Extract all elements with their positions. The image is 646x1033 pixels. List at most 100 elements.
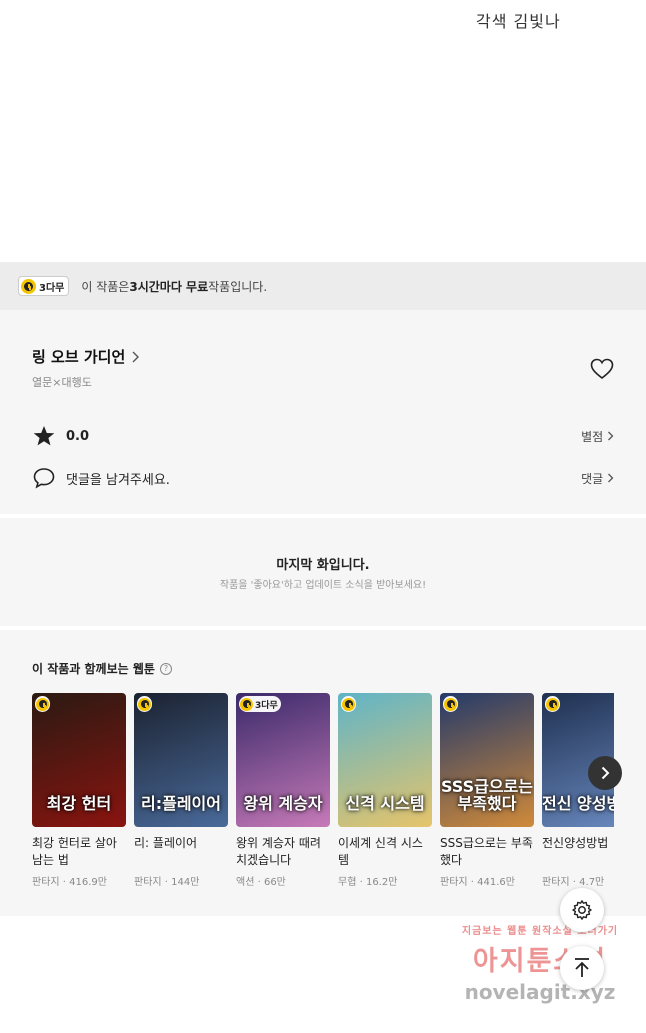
clock-icon [444, 697, 457, 711]
free-badge [341, 696, 356, 712]
rating-value: 0.0 [66, 428, 90, 444]
cover-title-art: 최강 헌터 [46, 794, 112, 814]
card-meta: 무협 · 16.2만 [338, 873, 432, 888]
free-badge [35, 696, 50, 712]
card-views: 16.2만 [365, 877, 398, 888]
clock-icon [240, 697, 253, 711]
cover-title-art: SSS급으로는 부족했다 [440, 777, 533, 814]
recommend-card[interactable]: 최강 헌터최강 헌터로 살아남는 법판타지 · 416.9만 [32, 693, 126, 888]
star-icon [33, 426, 55, 446]
carousel-next-button[interactable] [588, 756, 622, 790]
chevron-right-icon [132, 351, 140, 362]
chevron-right-icon [608, 473, 614, 482]
webtoon-last-panel: 각색 김빛나 [0, 0, 646, 262]
meta-separator: · [356, 877, 366, 888]
free-badge: 3다무 [239, 696, 281, 712]
comment-row[interactable]: 댓글을 남겨주세요. 댓글 [32, 466, 614, 490]
meta-separator: · [254, 877, 264, 888]
clock-icon [342, 697, 355, 711]
recommend-card[interactable]: 전신 양성방법전신양성방법판타지 · 4.7만 [542, 693, 614, 888]
rating-link[interactable]: 별점 [581, 428, 614, 445]
free-badge-label: 3다무 [39, 282, 65, 294]
card-meta: 판타지 · 441.6만 [440, 873, 534, 888]
free-badge [443, 696, 458, 712]
cover-image: 왕위 계승자 3다무 [236, 693, 330, 827]
speech-bubble-icon [33, 468, 55, 489]
recommend-card[interactable]: 왕위 계승자 3다무왕위 계승자 때려치겠습니다액션 · 66만 [236, 693, 330, 888]
notice-bold: 3시간마다 무료 [129, 279, 209, 294]
credit-text: 각색 김빛나 [476, 12, 561, 31]
recommend-card[interactable]: 신격 시스템이세계 신격 시스템무협 · 16.2만 [338, 693, 432, 888]
cover-title-art: 왕위 계승자 [243, 794, 323, 814]
card-meta: 판타지 · 144만 [134, 873, 228, 888]
recommend-heading: 이 작품과 함께보는 웹툰 ? [32, 660, 172, 677]
card-genre: 판타지 [134, 877, 162, 888]
card-title: 전신양성방법 [542, 836, 609, 850]
card-title: 리: 플레이어 [134, 836, 198, 850]
last-episode-section: 마지막 화입니다. 작품을 '좋아요'하고 업데이트 소식을 받아보세요! [0, 518, 646, 626]
cover-image: 최강 헌터 [32, 693, 126, 827]
free-badge [545, 696, 560, 712]
free-notice-bar: 3다무 이 작품은 3시간마다 무료 작품입니다. [0, 262, 646, 310]
meta-separator: · [467, 877, 478, 888]
clock-icon [21, 278, 36, 294]
chevron-right-icon [608, 431, 614, 440]
card-title: 이세계 신격 시스템 [338, 836, 423, 867]
rating-row[interactable]: 0.0 별점 [32, 424, 614, 448]
card-genre: 판타지 [32, 877, 60, 888]
clock-icon [546, 697, 559, 711]
cover-image: 리:플레이어 [134, 693, 228, 827]
meta-separator: · [59, 877, 70, 888]
watermark-line1: 지금보는 웹툰 원작소설 보러가기 [461, 926, 619, 937]
gear-icon [572, 900, 592, 920]
comment-link[interactable]: 댓글 [581, 470, 614, 487]
recommend-section: 이 작품과 함께보는 웹툰 ? 최강 헌터최강 헌터로 살아남는 법판타지 · … [0, 630, 646, 916]
last-episode-title: 마지막 화입니다. [276, 558, 370, 573]
card-views: 66만 [263, 877, 286, 888]
cover-title-art: 전신 양성방법 [542, 794, 614, 814]
card-title: SSS급으로는 부족했다 [440, 836, 533, 867]
arrow-up-icon [575, 958, 589, 977]
work-title: 링 오브 가디언 [32, 348, 126, 366]
free-badge-label: 3다무 [255, 700, 278, 711]
notice-post: 작품입니다. [208, 279, 268, 294]
recommend-card[interactable]: 리:플레이어리: 플레이어판타지 · 144만 [134, 693, 228, 888]
card-views: 416.9만 [69, 877, 107, 888]
notice-pre: 이 작품은 [81, 279, 130, 294]
card-genre: 판타지 [440, 877, 468, 888]
card-genre: 판타지 [542, 877, 570, 888]
cover-title-art: 신격 시스템 [345, 794, 425, 814]
card-meta: 판타지 · 4.7만 [542, 873, 614, 888]
help-icon[interactable]: ? [159, 662, 172, 675]
work-author: 열문×대행도 [32, 376, 92, 389]
free-badge [137, 696, 152, 712]
watermark: 지금보는 웹툰 원작소설 보러가기 아지툰소설 novelagit.xyz [440, 922, 640, 1004]
card-meta: 판타지 · 416.9만 [32, 873, 126, 888]
chevron-right-icon [601, 766, 610, 780]
work-title-link[interactable]: 링 오브 가디언 [32, 346, 140, 367]
card-title: 왕위 계승자 때려치겠습니다 [236, 836, 321, 867]
cover-image: SSS급으로는 부족했다 [440, 693, 534, 827]
settings-button[interactable] [560, 888, 604, 932]
card-views: 441.6만 [477, 877, 515, 888]
comment-prompt: 댓글을 남겨주세요. [66, 472, 170, 488]
card-views: 144만 [171, 877, 200, 888]
cover-title-art: 리:플레이어 [141, 794, 221, 814]
scroll-top-button[interactable] [560, 946, 604, 990]
recommend-card[interactable]: SSS급으로는 부족했다 SSS급으로는 부족했다판타지 · 441.6만 [440, 693, 534, 888]
rating-link-label: 별점 [581, 429, 604, 444]
card-genre: 액션 [236, 877, 255, 888]
card-genre: 무협 [338, 877, 357, 888]
meta-separator: · [161, 877, 172, 888]
watermark-line2: 아지툰소설 [472, 946, 608, 977]
card-views: 4.7만 [579, 877, 605, 888]
heart-icon[interactable] [590, 358, 614, 380]
card-title: 최강 헌터로 살아남는 법 [32, 836, 117, 867]
last-episode-subtitle: 작품을 '좋아요'하고 업데이트 소식을 받아보세요! [219, 580, 427, 591]
meta-separator: · [569, 877, 580, 888]
recommend-carousel[interactable]: 최강 헌터 최강 헌터로 살아남는 법 판타지 · 416.9만 리:플레이어 리: 플… [32, 693, 614, 903]
clock-icon [36, 697, 49, 711]
watermark-line3: novelagit.xyz [464, 980, 616, 1004]
work-info-section: 링 오브 가디언 열문×대행도 0.0 별점 댓글을 남겨주세요. 댓글 [0, 310, 646, 514]
cover-image: 신격 시스템 [338, 693, 432, 827]
